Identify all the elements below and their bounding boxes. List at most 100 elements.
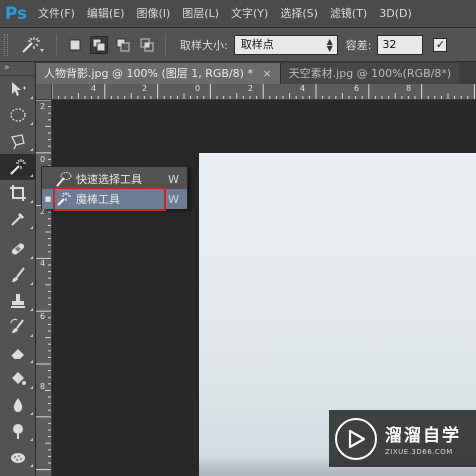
tool-group-indicator	[30, 96, 33, 99]
menu-edit[interactable]: 编辑(E)	[81, 0, 131, 28]
tool-group-indicator	[30, 464, 33, 467]
tool-group-indicator	[30, 386, 33, 389]
flyout-item-quick-selection[interactable]: 快速选择工具 W	[42, 169, 187, 189]
tool-group-indicator	[30, 256, 33, 259]
options-bar-grip[interactable]	[4, 33, 8, 56]
anti-alias-checkbox[interactable]: ✓	[433, 37, 448, 52]
ruler-label: 8	[40, 382, 46, 391]
history-brush-icon	[10, 318, 24, 333]
tolerance-label: 容差:	[345, 38, 372, 52]
crop-tool[interactable]	[0, 180, 36, 206]
tool-group-indicator	[30, 360, 33, 363]
watermark: 溜溜自学 ZIXUE.3D66.COM	[329, 410, 476, 467]
ruler-label: 2	[248, 84, 254, 93]
tab-label: 天空素材.jpg @ 100%(RGB/8*)	[288, 67, 452, 80]
quick-selection-icon	[54, 169, 74, 189]
move-icon	[12, 82, 26, 96]
close-icon[interactable]: ×	[262, 67, 271, 80]
subtract-selection-icon	[116, 38, 130, 51]
horizontal-ruler[interactable]: 4 2 0 2 4 6 8	[52, 84, 476, 100]
options-bar: 取样大小: 取样点 ▲ ▼ 容差: 32 ✓	[0, 28, 476, 62]
ruler-label: 4	[91, 84, 97, 93]
lasso-tool[interactable]	[0, 128, 36, 154]
watermark-title: 溜溜自学	[385, 426, 461, 446]
tool-group-indicator	[30, 282, 33, 285]
intersect-selection-button[interactable]	[138, 36, 156, 54]
subtract-from-selection-button[interactable]	[114, 36, 132, 54]
new-selection-button[interactable]	[66, 36, 84, 54]
collapse-panel-button[interactable]: »	[0, 62, 35, 76]
ruler-label: 8	[406, 84, 412, 93]
sponge-tool[interactable]	[0, 444, 36, 470]
brush-tool[interactable]	[0, 262, 36, 288]
water-drop-icon	[13, 398, 23, 412]
history-brush-tool[interactable]	[0, 314, 36, 340]
tab-sky-material[interactable]: 天空素材.jpg @ 100%(RGB/8*)	[279, 63, 460, 84]
shortcut-key: W	[168, 172, 179, 186]
menu-layer[interactable]: 图层(L)	[176, 0, 225, 28]
clone-stamp-tool[interactable]	[0, 288, 36, 314]
add-to-selection-icon	[92, 38, 106, 51]
menu-image[interactable]: 图像(I)	[130, 0, 176, 28]
menu-type[interactable]: 文字(Y)	[225, 0, 274, 28]
dodge-tool[interactable]	[0, 418, 36, 444]
document-tabs: 人物背影.jpg @ 100% (图层 1, RGB/8) * × 天空素材.j…	[36, 62, 476, 84]
menu-file[interactable]: 文件(F)	[32, 0, 81, 28]
separator	[56, 33, 57, 56]
tool-group-indicator	[30, 122, 33, 125]
brush-icon	[12, 267, 25, 282]
marquee-tool[interactable]	[0, 102, 36, 128]
ruler-label: 6	[354, 84, 360, 93]
eyedropper-tool[interactable]	[0, 206, 36, 232]
play-logo-icon	[335, 417, 377, 460]
sample-size-select[interactable]: 取样点 ▲ ▼	[233, 34, 338, 55]
ruler-label: 4	[300, 84, 306, 93]
separator	[165, 33, 166, 56]
crop-icon	[10, 185, 26, 201]
paint-bucket-icon	[12, 372, 26, 385]
ruler-label: 0	[195, 84, 201, 93]
photoshop-window: Ps 文件(F) 编辑(E) 图像(I) 图层(L) 文字(Y) 选择(S) 滤…	[0, 0, 476, 476]
tolerance-input[interactable]: 32	[377, 34, 424, 55]
menu-filter[interactable]: 滤镜(T)	[324, 0, 373, 28]
tab-label: 人物背影.jpg @ 100% (图层 1, RGB/8) *	[44, 67, 253, 80]
tab-person-back[interactable]: 人物背影.jpg @ 100% (图层 1, RGB/8) * ×	[36, 63, 280, 84]
tool-group-indicator	[30, 148, 33, 151]
updown-arrows-icon: ▲ ▼	[326, 36, 333, 53]
pen-tool[interactable]	[0, 470, 36, 476]
tool-group-indicator	[30, 334, 33, 337]
new-selection-icon	[69, 39, 81, 50]
ruler-label: 2	[40, 102, 46, 111]
eraser-icon	[10, 349, 24, 360]
blur-tool[interactable]	[0, 392, 36, 418]
watermark-url: ZIXUE.3D66.COM	[385, 448, 453, 456]
tool-preset-picker[interactable]	[14, 32, 50, 58]
ruler-origin[interactable]	[36, 84, 52, 100]
magic-wand-icon	[22, 36, 44, 53]
magic-wand-icon	[10, 159, 26, 175]
add-to-selection-button[interactable]	[90, 35, 108, 54]
menu-select[interactable]: 选择(S)	[274, 0, 324, 28]
eyedropper-icon	[11, 213, 24, 226]
sample-size-value: 取样点	[240, 37, 274, 51]
tool-group-indicator	[30, 308, 33, 311]
shortcut-key: W	[168, 192, 179, 206]
dodge-icon	[13, 424, 23, 439]
ruler-ticks	[52, 84, 475, 99]
move-tool[interactable]	[0, 76, 36, 102]
paint-bucket-tool[interactable]	[0, 366, 36, 392]
sample-size-label: 取样大小:	[180, 38, 228, 52]
vertical-ruler[interactable]: 2 0 2 4 6 8	[36, 100, 52, 476]
flyout-item-label: 快速选择工具	[76, 173, 142, 186]
healing-brush-tool[interactable]	[0, 236, 36, 262]
eraser-tool[interactable]	[0, 340, 36, 366]
ruler-label: 2	[142, 84, 148, 93]
menu-3d[interactable]: 3D(D)	[373, 0, 418, 28]
watermark-text: 溜溜自学 ZIXUE.3D66.COM	[385, 421, 461, 456]
ruler-label: 6	[40, 312, 46, 321]
ruler-label: 0	[40, 155, 46, 164]
tool-group-indicator	[30, 200, 33, 203]
tool-group-indicator	[30, 438, 33, 441]
magic-wand-tool[interactable]	[0, 154, 36, 180]
menu-bar: Ps 文件(F) 编辑(E) 图像(I) 图层(L) 文字(Y) 选择(S) 滤…	[0, 0, 476, 28]
